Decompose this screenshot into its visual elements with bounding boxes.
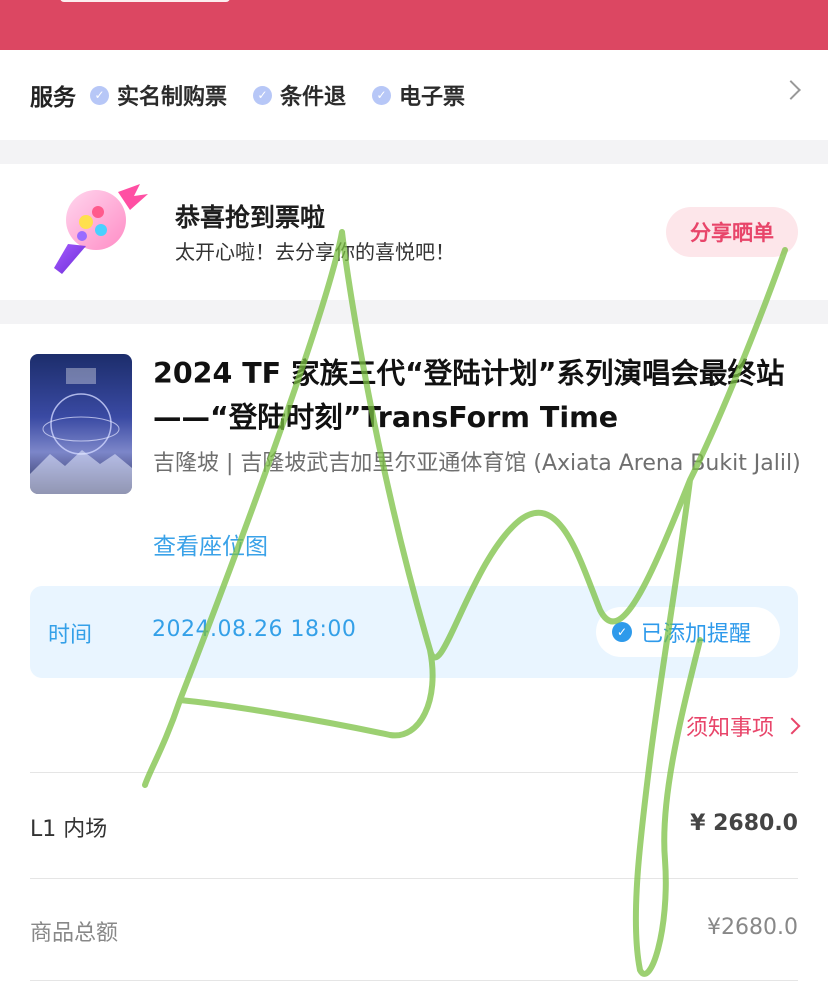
service-item-refund: ✓ 条件退 [253,79,346,111]
time-value: 2024.08.26 18:00 [152,617,357,642]
congrats-subtitle: 太开心啦！去分享你的喜悦吧！ [175,240,455,264]
time-label: 时间 [48,623,93,648]
check-circle-icon: ✓ [253,85,273,105]
service-title: 服务 [30,85,76,111]
service-row[interactable]: 服务 ✓ 实名制购票 ✓ 条件退 ✓ 电子票 [0,50,828,140]
top-header-bar [0,0,828,50]
service-item-realname: ✓ 实名制购票 [90,79,227,111]
event-title: 2024 TF 家族三代“登陆计划”系列演唱会最终站——“登陆时刻”TransF… [153,357,785,434]
header-handle [60,0,230,2]
check-circle-icon: ✓ [90,85,109,105]
divider [30,772,798,773]
congrats-title: 恭喜抢到票啦 [175,203,326,232]
check-circle-icon: ✓ [612,622,632,642]
service-item-label: 实名制购票 [117,85,228,110]
event-venue: 吉隆坡 | 吉隆坡武吉加里尔亚通体育馆 (Axiata Arena Bukit … [153,451,801,476]
divider [30,980,798,981]
total-value: ¥2680.0 [707,915,798,940]
chevron-right-icon[interactable] [781,80,801,100]
service-item-label: 电子票 [399,85,466,110]
check-circle-icon: ✓ [372,85,392,105]
notice-label: 须知事项 [685,716,774,741]
total-label: 商品总额 [30,921,119,946]
reminder-label: 已添加提醒 [641,622,752,647]
event-poster-image[interactable] [30,354,132,494]
share-button[interactable]: 分享晒单 [666,207,798,257]
reminder-button[interactable]: ✓ 已添加提醒 [596,607,780,657]
seatmap-link[interactable]: 查看座位图 [153,527,268,561]
ticket-zone-label: L1 内场 [30,817,108,842]
chevron-right-icon [783,717,801,735]
poster-art [30,368,132,494]
ticket-price: ¥ 2680.0 [690,811,798,836]
service-item-label: 条件退 [280,85,347,110]
notice-link[interactable]: 须知事项 [685,710,801,742]
lightstick-icon [54,184,148,274]
divider [30,878,798,879]
service-item-eticket: ✓ 电子票 [372,79,465,111]
